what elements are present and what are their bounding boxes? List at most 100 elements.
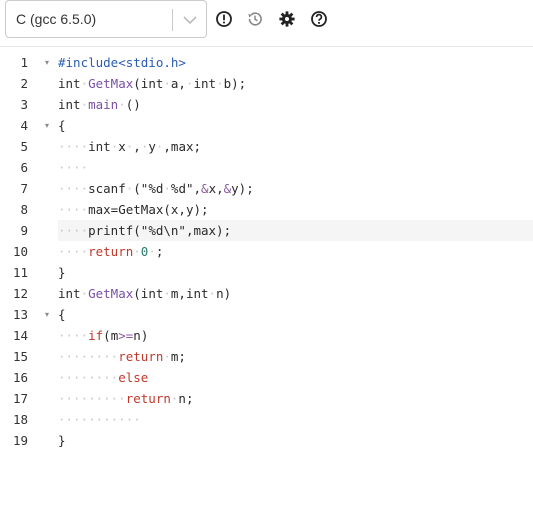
gear-icon[interactable]	[278, 10, 296, 28]
code-token: ,max;	[163, 139, 202, 154]
code-line[interactable]: 17 ·········return·n;	[0, 388, 533, 409]
whitespace-marker: ·	[163, 349, 171, 364]
line-number: 18	[12, 412, 28, 427]
code-token: y	[148, 139, 156, 154]
code-line[interactable]: 11}	[0, 262, 533, 283]
whitespace-marker: ·	[80, 76, 89, 91]
code-token: b);	[223, 76, 247, 91]
code-line[interactable]: 14 ····if(m>=n)	[0, 325, 533, 346]
code-token: GetMax	[88, 286, 134, 301]
question-circle-icon[interactable]	[310, 10, 328, 28]
code-content: int·GetMax(int·m,int·n)	[58, 283, 533, 304]
code-line[interactable]: 12 int·GetMax(int·m,int·n)	[0, 283, 533, 304]
line-number: 1	[20, 55, 28, 70]
code-line[interactable]: 10 ····return·0·;	[0, 241, 533, 262]
code-token: n;	[178, 391, 194, 406]
line-number: 19	[12, 433, 28, 448]
line-number: 9	[20, 223, 28, 238]
fold-arrow-icon[interactable]: ▾	[45, 304, 53, 325]
whitespace-marker: ····	[58, 328, 89, 343]
code-line[interactable]: 19}	[0, 430, 533, 451]
code-content: ···········	[58, 409, 533, 430]
code-line[interactable]: 5 ····int·x·,·y·,max;	[0, 136, 533, 157]
code-content: int·GetMax(int·a,·int·b);	[58, 73, 533, 94]
whitespace-marker: ·	[80, 286, 89, 301]
line-number: 13	[12, 307, 28, 322]
exclamation-circle-icon[interactable]	[215, 10, 233, 28]
whitespace-marker: ········	[58, 349, 119, 364]
line-number: 4	[20, 118, 28, 133]
whitespace-marker: ····	[58, 181, 89, 196]
line-number: 11	[12, 265, 28, 280]
code-token: else	[118, 370, 149, 385]
code-content: {	[58, 115, 533, 136]
code-content: ········return·m;	[58, 346, 533, 367]
whitespace-marker: ·	[163, 286, 171, 301]
code-token: int	[58, 286, 81, 301]
code-content: {	[58, 304, 533, 325]
whitespace-marker: ·	[118, 97, 126, 112]
code-token: int	[58, 76, 81, 91]
code-content: }	[58, 262, 533, 283]
line-number: 17	[12, 391, 28, 406]
whitespace-marker: ····	[58, 202, 89, 217]
code-token: {	[58, 118, 66, 133]
language-select[interactable]: C (gcc 6.5.0)	[5, 0, 207, 38]
code-token: int	[58, 97, 81, 112]
whitespace-marker: ·	[216, 76, 224, 91]
whitespace-marker: ·	[163, 76, 171, 91]
line-number: 2	[20, 76, 28, 91]
chevron-down-icon[interactable]	[182, 13, 198, 27]
whitespace-marker: ·	[185, 76, 194, 91]
whitespace-marker: ····	[58, 139, 89, 154]
whitespace-marker: ·	[163, 181, 171, 196]
code-line[interactable]: 16 ········else	[0, 367, 533, 388]
code-line[interactable]: 13 ▾ {	[0, 304, 533, 325]
code-line[interactable]: 6 ····	[0, 157, 533, 178]
code-line[interactable]: 1 ▾ #include<stdio.h>	[0, 52, 533, 73]
code-token: ("%d	[133, 181, 164, 196]
history-icon[interactable]	[246, 10, 264, 28]
code-line[interactable]: 18 ···········	[0, 409, 533, 430]
code-token: n)	[216, 286, 232, 301]
whitespace-marker: ·	[148, 244, 156, 259]
fold-arrow-icon[interactable]: ▾	[45, 115, 53, 136]
code-token: GetMax	[88, 76, 134, 91]
code-line[interactable]: 15 ········return·m;	[0, 346, 533, 367]
whitespace-marker: ·	[208, 286, 217, 301]
code-content: ········else	[58, 367, 533, 388]
code-token: max=GetMax(x,y);	[88, 202, 209, 217]
language-value: C (gcc 6.5.0)	[16, 11, 97, 27]
code-line[interactable]: 7 ····scanf·("%d·%d",&x,&y);	[0, 178, 533, 199]
code-token: return	[88, 244, 134, 259]
code-token: {	[58, 307, 66, 322]
line-number: 6	[20, 160, 28, 175]
code-line[interactable]: 8 ····max=GetMax(x,y);	[0, 199, 533, 220]
fold-arrow-icon[interactable]: ▾	[45, 52, 53, 73]
code-line[interactable]: 3 int·main·()	[0, 94, 533, 115]
code-token: (int	[133, 286, 164, 301]
code-token: y);	[231, 181, 254, 196]
code-token: return	[125, 391, 171, 406]
line-number: 8	[20, 202, 28, 217]
code-content: int·main·()	[58, 94, 533, 115]
whitespace-marker: ····	[58, 223, 89, 238]
code-line[interactable]: 2 int·GetMax(int·a,·int·b);	[0, 73, 533, 94]
code-token: m,int	[170, 286, 209, 301]
code-line[interactable]: 9 ····printf("%d\n",max);	[0, 220, 533, 241]
line-number: 14	[12, 328, 28, 343]
code-token: x,	[208, 181, 224, 196]
code-content: ····if(m>=n)	[58, 325, 533, 346]
code-token: ()	[125, 97, 141, 112]
code-line[interactable]: 4 ▾ {	[0, 115, 533, 136]
select-divider	[172, 9, 173, 31]
code-token: #include<stdio.h>	[58, 55, 186, 70]
code-token: int	[88, 139, 111, 154]
code-content: ····max=GetMax(x,y);	[58, 199, 533, 220]
code-content: ····return·0·;	[58, 241, 533, 262]
code-editor[interactable]: 1 ▾ #include<stdio.h> 2 int·GetMax(int·a,·in…	[0, 52, 533, 451]
line-number: 16	[12, 370, 28, 385]
code-token: if	[88, 328, 104, 343]
code-content: ····	[58, 157, 533, 178]
line-number: 12	[12, 286, 28, 301]
